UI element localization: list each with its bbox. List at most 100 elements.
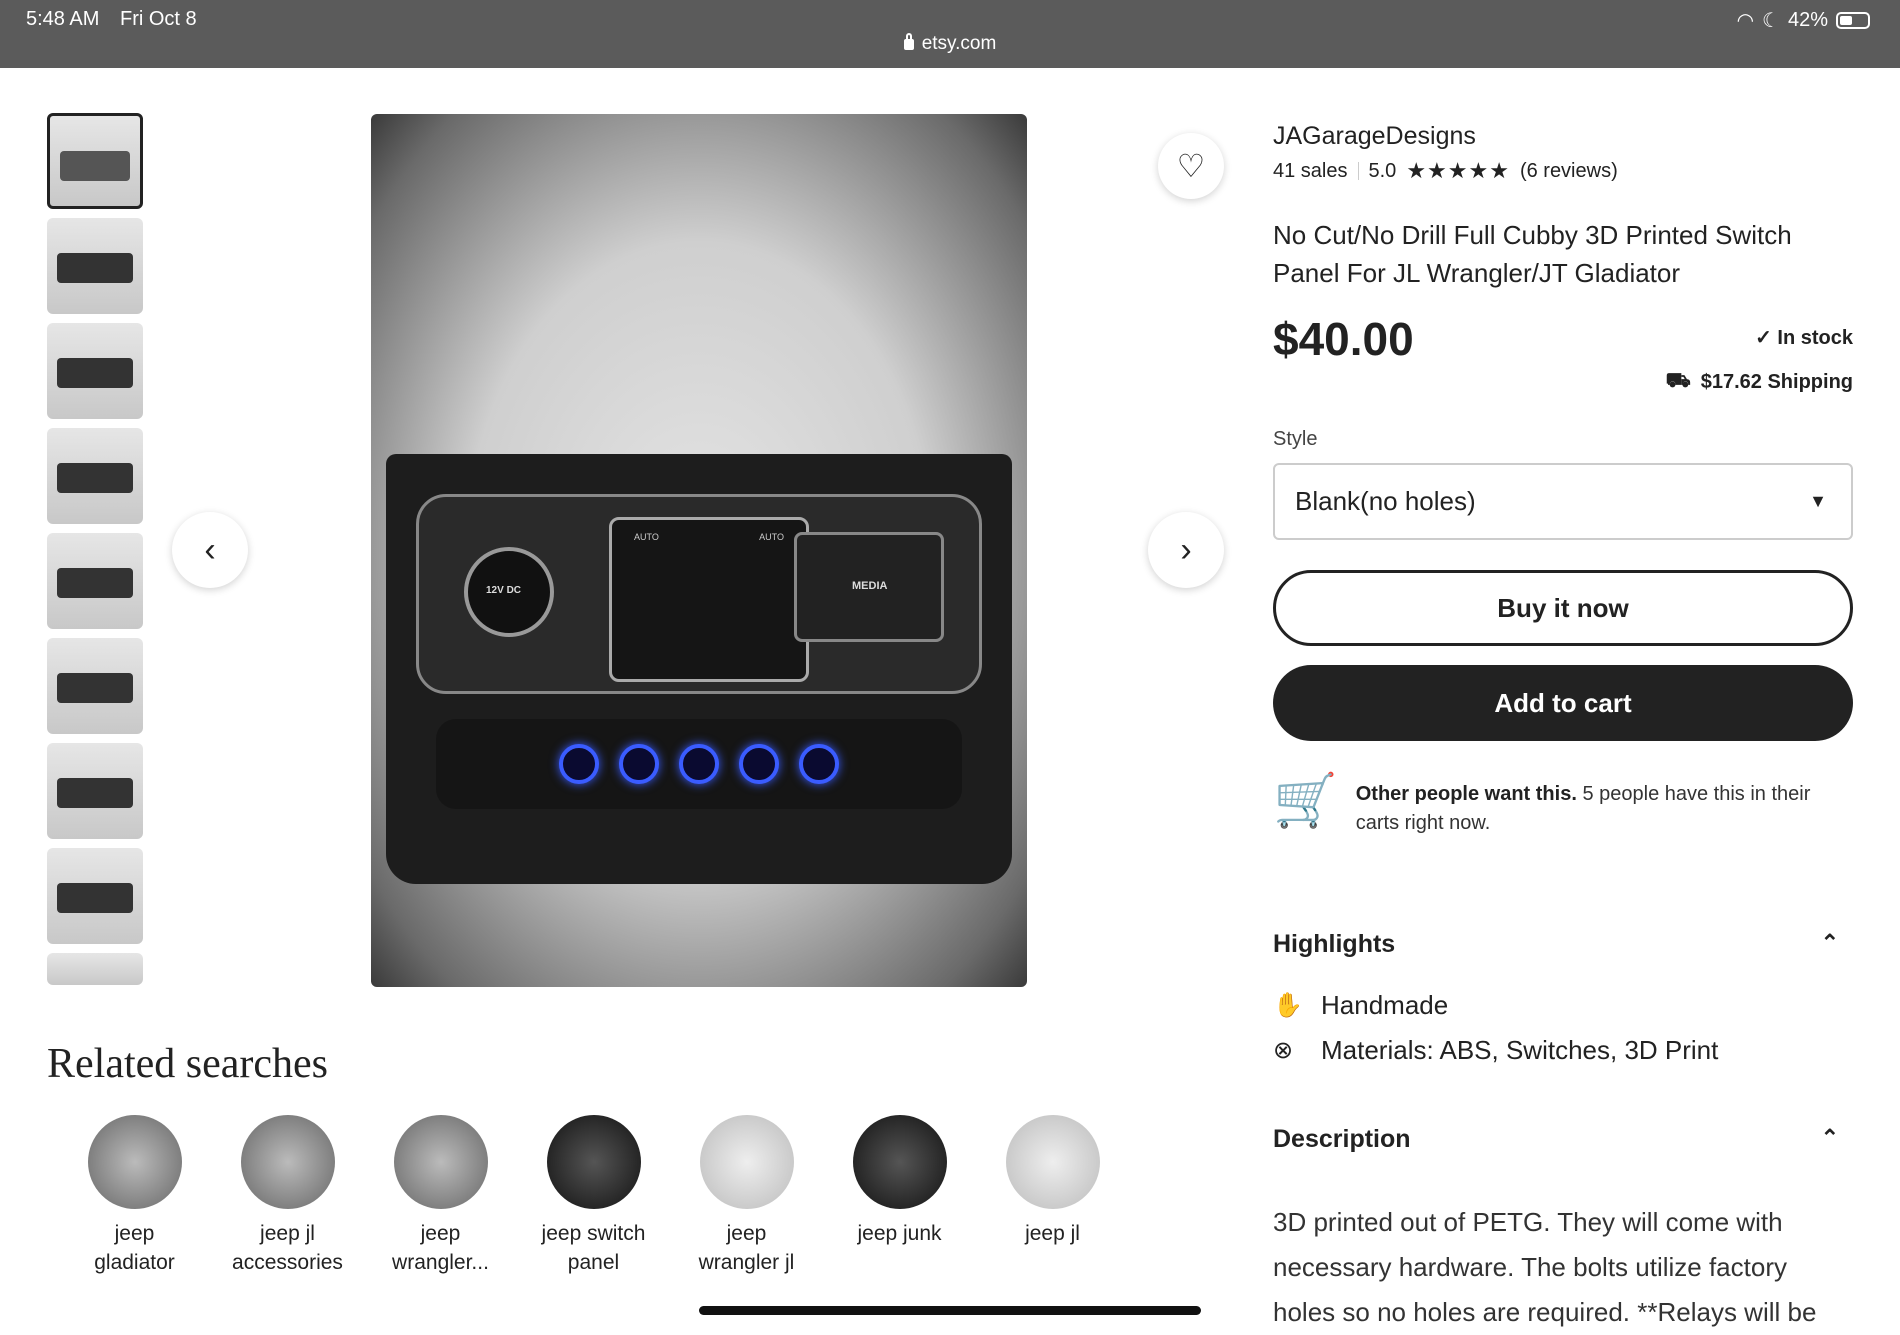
outlet-label: 12V DC	[486, 585, 522, 596]
style-selected-value: Blank(no holes)	[1295, 486, 1476, 516]
related-search-label: jeep switch panel	[541, 1222, 646, 1274]
star-rating-icon: ★★★★★	[1406, 158, 1510, 183]
related-search-item[interactable]: jeep junk	[823, 1115, 976, 1277]
next-image-button[interactable]: ›	[1148, 512, 1224, 588]
truck-icon: ⛟	[1665, 370, 1691, 392]
related-search-item[interactable]: jeep switch panel	[517, 1115, 670, 1277]
related-searches-title: Related searches	[47, 1041, 329, 1087]
heart-icon: ♡	[1176, 148, 1206, 184]
shop-meta: 41 sales 5.0 ★★★★★ (6 reviews)	[1273, 158, 1853, 184]
shop-rating: 5.0	[1368, 159, 1397, 182]
thumbnail-4[interactable]	[47, 428, 143, 524]
related-search-image	[1005, 1115, 1100, 1209]
status-date: Fri Oct 8	[120, 8, 197, 30]
related-search-label: jeep wrangler...	[392, 1222, 489, 1274]
chevron-up-icon: ⌃	[1820, 1125, 1839, 1150]
lock-icon	[903, 33, 914, 50]
led-switch	[619, 744, 659, 784]
thumbnail-9[interactable]	[47, 953, 143, 985]
thumbnail-3[interactable]	[47, 323, 143, 419]
chevron-right-icon: ›	[1180, 530, 1192, 569]
buy-now-button[interactable]: Buy it now	[1273, 570, 1853, 646]
battery-icon	[1836, 12, 1870, 29]
battery-percent: 42%	[1787, 9, 1828, 31]
style-label: Style	[1273, 428, 1318, 450]
related-search-image	[393, 1115, 488, 1209]
shop-name[interactable]: JAGarageDesigns	[1273, 122, 1853, 151]
highlight-label: Materials: ABS, Switches, 3D Print	[1321, 1035, 1719, 1065]
media-label: MEDIA	[852, 580, 888, 592]
related-search-item[interactable]: jeep jl	[976, 1115, 1129, 1277]
related-search-label: jeep gladiator	[94, 1222, 175, 1274]
window-switches-illustration: AUTO AUTO	[609, 517, 809, 682]
related-search-label: jeep jl	[1025, 1222, 1080, 1245]
switch-panel-illustration: 12V DC AUTO AUTO MEDIA	[386, 454, 1012, 884]
related-search-image	[87, 1115, 182, 1209]
led-switch	[559, 744, 599, 784]
related-search-label: jeep wrangler jl	[698, 1222, 795, 1274]
outlet-illustration: 12V DC	[464, 547, 554, 637]
thumbnail-5[interactable]	[47, 533, 143, 629]
status-indicators: ◠ ☾ 42%	[1737, 8, 1870, 33]
highlights-header[interactable]: Highlights ⌃	[1273, 930, 1853, 959]
related-search-item[interactable]: jeep wrangler jl	[670, 1115, 823, 1277]
related-search-label: jeep junk	[857, 1222, 942, 1245]
description-header[interactable]: Description ⌃	[1273, 1125, 1853, 1154]
related-search-image	[546, 1115, 641, 1209]
favorite-button[interactable]: ♡	[1158, 133, 1224, 199]
address-bar[interactable]: etsy.com	[0, 33, 1900, 55]
materials-icon: ⊗	[1273, 1037, 1294, 1064]
promo-notice: 🛒 Other people want this. 5 people have …	[1273, 770, 1853, 838]
cart-sparkle-icon: 🛒	[1273, 772, 1338, 830]
auto-right-label: AUTO	[759, 532, 784, 542]
highlight-item: ✋ Handmade	[1273, 990, 1853, 1021]
thumbnail-1[interactable]	[47, 113, 143, 209]
led-switch	[679, 744, 719, 784]
promo-bold: Other people want this.	[1355, 783, 1577, 805]
chevron-up-icon: ⌃	[1820, 930, 1839, 955]
related-search-item[interactable]: jeep gladiator	[58, 1115, 211, 1277]
caret-down-icon: ▼	[1809, 491, 1827, 511]
description-title: Description	[1273, 1125, 1411, 1153]
description-text: 3D printed out of PETG. They will come w…	[1273, 1207, 1817, 1327]
previous-image-button[interactable]: ‹	[172, 512, 248, 588]
chevron-left-icon: ‹	[204, 530, 216, 569]
related-search-image	[852, 1115, 947, 1209]
related-search-item[interactable]: jeep wrangler...	[364, 1115, 517, 1277]
divider	[1357, 162, 1359, 180]
style-select[interactable]: Blank(no holes) ▼	[1273, 463, 1853, 540]
related-searches-list: jeep gladiator jeep jl accessories jeep wra…	[58, 1115, 1129, 1277]
home-indicator[interactable]	[699, 1306, 1201, 1315]
hand-icon: ✋	[1273, 992, 1303, 1019]
led-switch-row	[436, 719, 962, 809]
highlights-title: Highlights	[1273, 930, 1396, 958]
highlight-label: Handmade	[1321, 990, 1449, 1020]
thumbnail-2[interactable]	[47, 218, 143, 314]
add-to-cart-button[interactable]: Add to cart	[1273, 665, 1853, 741]
status-time: 5:48 AM	[26, 8, 100, 30]
led-switch	[739, 744, 779, 784]
product-image[interactable]: 12V DC AUTO AUTO MEDIA	[371, 114, 1027, 987]
wifi-icon: ◠	[1736, 10, 1755, 32]
status-bar: 5:48 AM Fri Oct 8 etsy.com ◠ ☾ 42%	[0, 0, 1900, 68]
media-hub-illustration: MEDIA	[794, 532, 944, 642]
check-icon: ✓	[1755, 327, 1778, 349]
thumbnail-list	[47, 113, 143, 994]
auto-left-label: AUTO	[634, 532, 659, 542]
stock-status: ✓ In stock	[1755, 325, 1853, 350]
promo-text: Other people want this. 5 people have th…	[1356, 770, 1853, 838]
thumbnail-7[interactable]	[47, 743, 143, 839]
shop-sales: 41 sales	[1273, 159, 1348, 182]
thumbnail-8[interactable]	[47, 848, 143, 944]
review-count[interactable]: (6 reviews)	[1520, 160, 1618, 183]
listing-title: No Cut/No Drill Full Cubby 3D Printed Sw…	[1273, 220, 1792, 288]
related-search-image	[240, 1115, 335, 1209]
shipping-label: $17.62 Shipping	[1700, 371, 1853, 393]
related-search-label: jeep jl accessories	[232, 1222, 343, 1274]
highlight-item: ⊗ Materials: ABS, Switches, 3D Print	[1273, 1035, 1853, 1066]
thumbnail-6[interactable]	[47, 638, 143, 734]
url-text: etsy.com	[921, 33, 997, 54]
related-search-item[interactable]: jeep jl accessories	[211, 1115, 364, 1277]
related-search-image	[699, 1115, 794, 1209]
moon-icon: ☾	[1762, 10, 1780, 32]
